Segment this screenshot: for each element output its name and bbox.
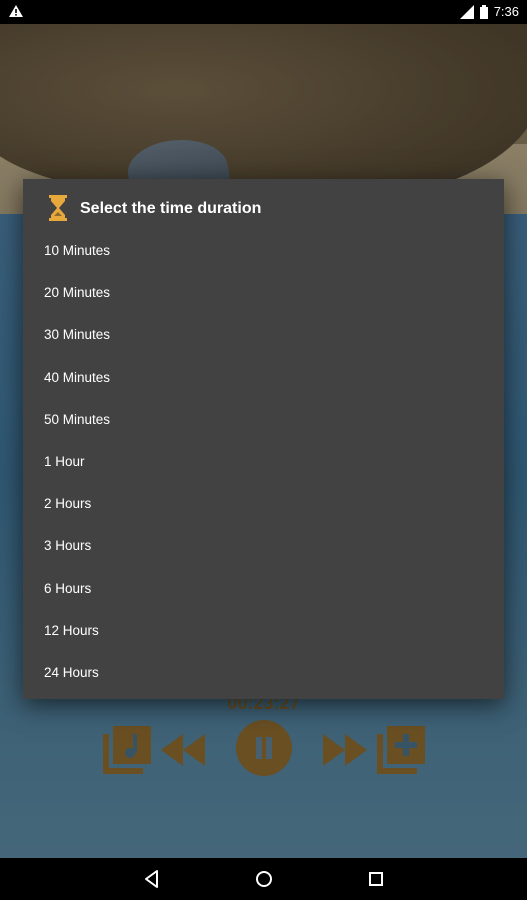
back-icon[interactable]: [141, 868, 163, 890]
status-clock: 7:36: [493, 4, 519, 19]
warning-icon: [9, 5, 23, 17]
duration-option[interactable]: 40 Minutes: [23, 357, 504, 399]
duration-option[interactable]: 1 Hour: [23, 441, 504, 483]
signal-icon: [459, 4, 474, 19]
duration-option[interactable]: 3 Hours: [23, 525, 504, 567]
dialog-title: Select the time duration: [80, 200, 262, 217]
home-icon[interactable]: [253, 868, 275, 890]
duration-option[interactable]: 50 Minutes: [23, 399, 504, 441]
duration-option-list: 10 Minutes 20 Minutes 30 Minutes 40 Minu…: [23, 230, 504, 694]
duration-option[interactable]: 12 Hours: [23, 610, 504, 652]
time-duration-dialog: Select the time duration 10 Minutes 20 M…: [23, 179, 504, 699]
duration-option[interactable]: 24 Hours: [23, 652, 504, 694]
duration-option[interactable]: 10 Minutes: [23, 230, 504, 272]
recent-apps-icon[interactable]: [365, 868, 387, 890]
duration-option[interactable]: 2 Hours: [23, 483, 504, 525]
duration-option[interactable]: 20 Minutes: [23, 272, 504, 314]
hourglass-icon: [49, 195, 67, 221]
duration-option[interactable]: 30 Minutes: [23, 314, 504, 356]
battery-icon: [479, 4, 488, 19]
status-bar: 7:36: [0, 0, 527, 24]
duration-option[interactable]: 6 Hours: [23, 568, 504, 610]
navigation-bar: [0, 858, 527, 900]
